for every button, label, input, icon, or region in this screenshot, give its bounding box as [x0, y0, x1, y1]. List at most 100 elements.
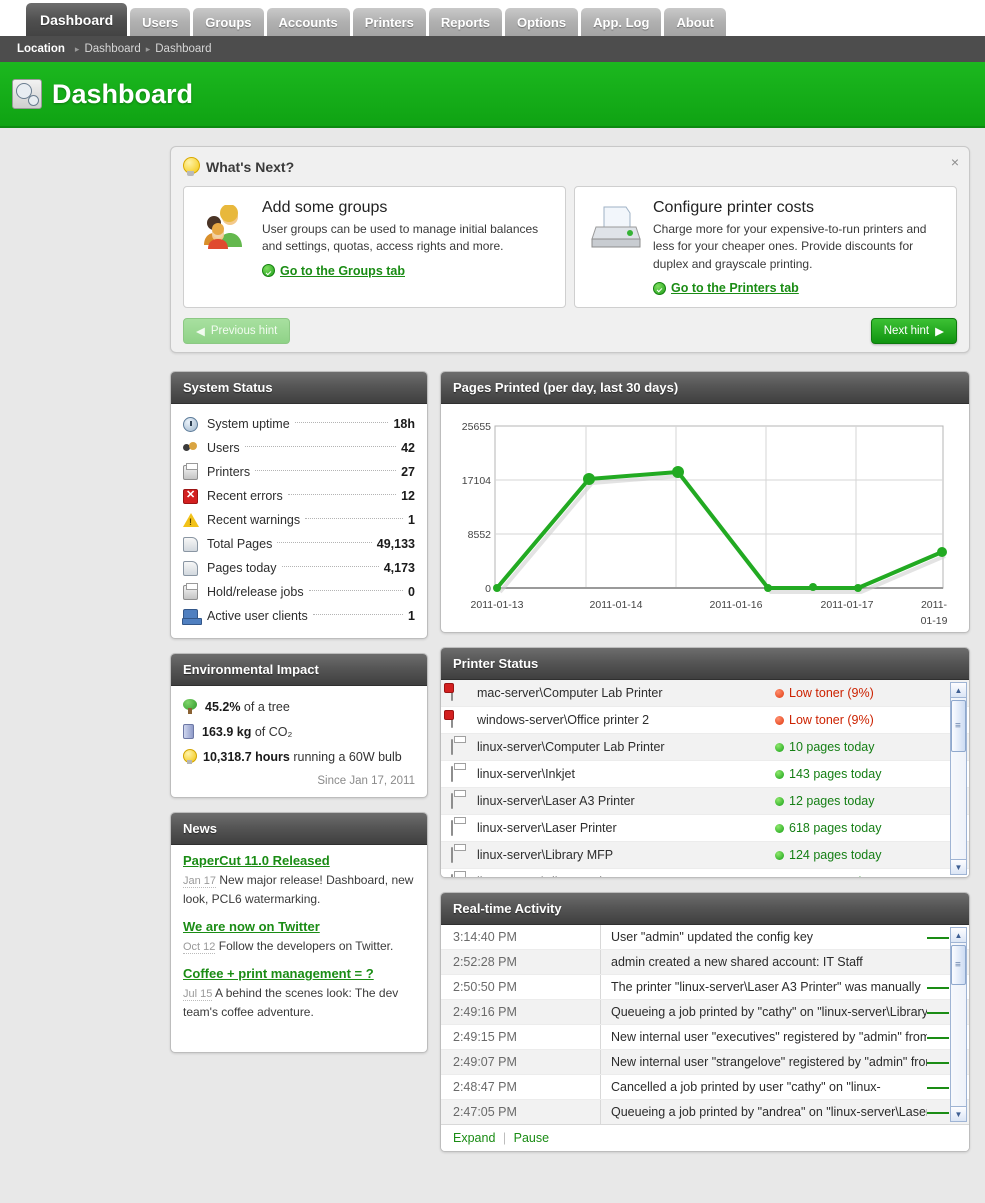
printer-status-text: 143 pages today: [789, 767, 882, 782]
hint-heading: Add some groups: [262, 199, 388, 216]
printer-status-row[interactable]: linux-server\Laser Printer 618 pages toda…: [441, 815, 969, 843]
previous-hint-button[interactable]: ◀ Previous hint: [183, 318, 291, 345]
tab-reports[interactable]: Reports: [428, 8, 502, 36]
news-headline-link[interactable]: PaperCut 11.0 Released: [183, 853, 415, 868]
printer-status-row[interactable]: linux-server\Inkjet 143 pages today: [441, 761, 969, 789]
news-headline-link[interactable]: Coffee + print management = ?: [183, 966, 415, 981]
system-status-value: 49,133: [376, 537, 415, 552]
activity-more-icon[interactable]: [927, 986, 949, 989]
activity-more-icon[interactable]: [927, 1086, 949, 1089]
right-column: Pages Printed (per day, last 30 days) 25…: [440, 371, 970, 1166]
hint-link[interactable]: Go to the Groups tab: [280, 264, 405, 278]
tab-about[interactable]: About: [664, 8, 726, 36]
environmental-suffix: running a 60W bulb: [289, 749, 402, 764]
status-dot-icon: [775, 769, 784, 779]
system-status-value: 12: [401, 489, 415, 504]
printer-status-row[interactable]: windows-server\Office printer 2 Low toner…: [441, 707, 969, 735]
system-status-label: Active user clients: [207, 609, 308, 624]
environmental-impact-body: 45.2% of a tree 163.9 kg of CO₂ 10,318.7 h…: [171, 686, 427, 797]
scroll-down-icon[interactable]: ▼: [950, 859, 967, 876]
environmental-suffix: of CO₂: [251, 724, 293, 739]
printer-status-row[interactable]: linux-server\Library MFP 124 pages today: [441, 842, 969, 870]
hint-heading: Configure printer costs: [653, 199, 814, 216]
realtime-activity-list: 3:14:40 PM User "admin" updated the confi…: [441, 925, 969, 1125]
system-status-label: Users: [207, 441, 240, 456]
system-status-value: 27: [401, 465, 415, 480]
environmental-impact-title: Environmental Impact: [171, 654, 427, 687]
tab-app-log[interactable]: App. Log: [581, 8, 662, 36]
printer-status-row[interactable]: linux-server\Library Printer 24 pages tod…: [441, 869, 969, 878]
news-headline-link[interactable]: We are now on Twitter: [183, 919, 415, 934]
printer-list-scrollbar[interactable]: ▲ ▼: [950, 682, 967, 876]
tab-printers[interactable]: Printers: [352, 8, 426, 36]
activity-more-icon[interactable]: [927, 1061, 949, 1064]
printer-status-row[interactable]: mac-server\Computer Lab Printer Low toner…: [441, 680, 969, 708]
activity-text: Queueing a job printed by "cathy" on "li…: [611, 1005, 927, 1020]
printer-status-row[interactable]: linux-server\Laser A3 Printer 12 pages to…: [441, 788, 969, 816]
tab-users[interactable]: Users: [130, 8, 191, 36]
activity-more-icon[interactable]: [927, 1011, 949, 1014]
activity-row: 3:14:40 PM User "admin" updated the confi…: [441, 925, 969, 951]
hint-text: User groups can be used to manage initia…: [262, 222, 539, 254]
scroll-down-icon[interactable]: ▼: [950, 1106, 967, 1123]
printer-error-icon: [451, 712, 477, 729]
printer-name: linux-server\Laser Printer: [477, 821, 617, 836]
system-status-rows: System uptime 18h Users 42 Printers 27 Recent …: [171, 404, 427, 638]
chart-point: [493, 584, 501, 593]
lightbulb-icon: [183, 748, 197, 765]
expand-link[interactable]: Expand: [453, 1131, 495, 1145]
hint-link[interactable]: Go to the Printers tab: [671, 281, 799, 295]
whats-next-panel: × What's Next? Add some groups User grou…: [170, 146, 970, 354]
tab-accounts[interactable]: Accounts: [266, 8, 350, 36]
activity-time: 3:14:40 PM: [441, 925, 601, 950]
activity-text: New internal user "executives" registere…: [611, 1030, 927, 1045]
printer-name: mac-server\Computer Lab Printer: [477, 686, 663, 701]
tab-options[interactable]: Options: [505, 8, 579, 36]
y-tick-17104: 17104: [462, 475, 491, 487]
chart-point: [764, 584, 772, 593]
status-dot-icon: [775, 688, 784, 698]
system-status-value: 4,173: [383, 561, 415, 576]
system-status-label: Printers: [207, 465, 251, 480]
scroll-up-icon[interactable]: ▲: [950, 927, 967, 944]
pause-link[interactable]: Pause: [514, 1131, 549, 1145]
dashboard-gauge-icon: [12, 79, 42, 109]
whats-next-header: What's Next?: [183, 157, 957, 177]
printer-status-text: Low toner (9%): [789, 686, 874, 701]
scrollbar-thumb[interactable]: [951, 700, 966, 753]
hint-nav: ◀ Previous hint Next hint ▶: [183, 318, 957, 345]
printer-status-panel: Printer Status mac-server\Computer Lab P…: [440, 647, 970, 879]
chart-area: 25655 17104 8552 0 2011-01-13 2011-01-14…: [441, 404, 969, 632]
environmental-impact-panel: Environmental Impact 45.2% of a tree 163.…: [170, 653, 428, 799]
chart-title: Pages Printed (per day, last 30 days): [441, 372, 969, 405]
printer-status-text: Low toner (9%): [789, 713, 874, 728]
network-icon: [182, 608, 207, 625]
lightbulb-icon: [183, 157, 200, 177]
scroll-up-icon[interactable]: ▲: [950, 682, 967, 699]
next-hint-button[interactable]: Next hint ▶: [870, 318, 957, 345]
system-status-value: 0: [408, 585, 415, 600]
dot-leader: [244, 446, 397, 448]
activity-list-scrollbar[interactable]: ▲ ▼: [950, 927, 967, 1123]
activity-more-icon[interactable]: [927, 1111, 949, 1114]
news-date: Jul 15: [183, 988, 213, 1002]
hint-text: Charge more for your expensive-to-run pr…: [653, 222, 927, 271]
close-icon[interactable]: ×: [951, 155, 959, 169]
tab-groups[interactable]: Groups: [193, 8, 264, 36]
printer-icon: [183, 582, 207, 600]
dot-leader: [277, 542, 372, 544]
system-status-row: Printers 27: [183, 460, 415, 484]
activity-more-icon[interactable]: [927, 936, 949, 939]
realtime-activity-title: Real-time Activity: [441, 893, 969, 926]
scrollbar-thumb[interactable]: [951, 945, 966, 986]
tab-dashboard[interactable]: Dashboard: [26, 3, 128, 36]
breadcrumb-item-1[interactable]: Dashboard: [84, 43, 140, 55]
activity-time: 2:49:15 PM: [441, 1025, 601, 1050]
activity-row: 2:49:15 PM New internal user "executives"…: [441, 1025, 969, 1051]
chart-point: [854, 584, 862, 593]
activity-more-icon[interactable]: [927, 1036, 949, 1039]
breadcrumb-item-2[interactable]: Dashboard: [155, 43, 211, 55]
printer-status-row[interactable]: linux-server\Computer Lab Printer 10 page…: [441, 734, 969, 762]
system-status-row: System uptime 18h: [183, 412, 415, 436]
hint-body: Configure printer costs Charge more for …: [653, 199, 942, 295]
